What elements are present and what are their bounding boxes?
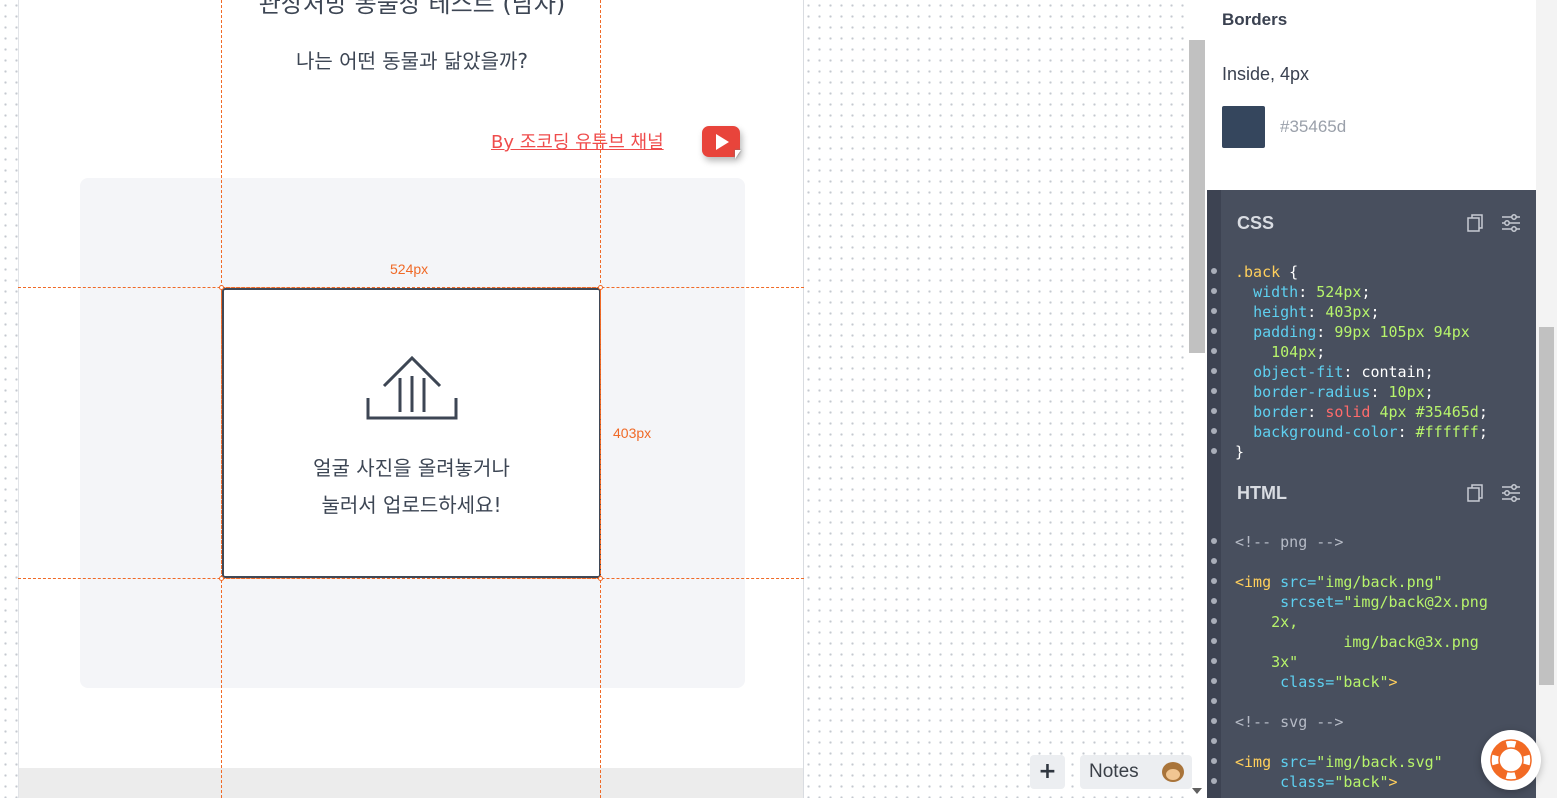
css-border-style: solid [1325, 403, 1371, 421]
gutter-dot [1211, 658, 1217, 664]
css-padding-2: 104px [1271, 343, 1317, 361]
sliders-icon[interactable] [1501, 213, 1521, 233]
code-gutter [1207, 190, 1221, 798]
css-background-color: #ffffff [1415, 423, 1479, 441]
border-value: Inside, 4px [1222, 64, 1310, 84]
border-color-hex[interactable]: #35465d [1280, 117, 1346, 137]
gutter-dot [1211, 738, 1217, 744]
notes-button[interactable]: Notes [1080, 755, 1192, 789]
gutter-dot [1211, 598, 1217, 604]
gutter-dot [1211, 698, 1217, 704]
page-subtitle: 나는 어떤 동물과 닮았을까? [295, 49, 529, 73]
css-height: 403px [1325, 303, 1371, 321]
lifebuoy-icon [1490, 739, 1532, 781]
code-panel: CSS .back { width: 524px; height: 403px;… [1207, 190, 1536, 798]
css-border-radius: 10px [1388, 383, 1425, 401]
css-padding-1: 99px 105px 94px [1334, 323, 1470, 341]
gutter-dot [1211, 758, 1217, 764]
artboard-bottom-bar [19, 768, 803, 798]
copy-icon[interactable] [1466, 213, 1484, 233]
selection-outline[interactable] [221, 287, 601, 579]
gutter-dot [1211, 288, 1217, 294]
add-button[interactable]: + [1030, 755, 1065, 789]
css-border-rest: 4px #35465d [1379, 403, 1479, 421]
gutter-dot [1211, 618, 1217, 624]
css-object-fit: contain [1361, 363, 1425, 381]
gutter-dot [1211, 268, 1217, 274]
html-code-block[interactable]: <!-- png --> <img src="img/back.png" src… [1235, 532, 1488, 792]
canvas-scrollbar-thumb[interactable] [1189, 40, 1205, 353]
html-src-png: "img/back.png" [1316, 573, 1443, 591]
css-code-block[interactable]: .back { width: 524px; height: 403px; pad… [1235, 262, 1488, 462]
gutter-dot [1211, 778, 1217, 784]
borders-heading: Borders [1222, 10, 1288, 29]
gutter-dot [1211, 578, 1217, 584]
resize-handle[interactable] [219, 576, 224, 581]
gutter-dot [1211, 638, 1217, 644]
gutter-dot [1211, 718, 1217, 724]
monkey-icon [1162, 762, 1184, 782]
gutter-dot [1211, 348, 1217, 354]
youtube-channel-link[interactable]: By 조코딩 유튜브 채널 [491, 128, 664, 154]
page-scrollbar-thumb[interactable] [1539, 327, 1554, 685]
css-selector: .back [1235, 263, 1281, 281]
gutter-dot [1211, 328, 1217, 334]
gutter-dot [1211, 368, 1217, 374]
html-comment-png: <!-- png --> [1235, 533, 1344, 551]
resize-handle[interactable] [219, 285, 224, 290]
gutter-dot [1211, 308, 1217, 314]
gutter-dot [1211, 558, 1217, 564]
gutter-dot [1211, 678, 1217, 684]
gutter-dot [1211, 408, 1217, 414]
gutter-dot [1211, 428, 1217, 434]
gutter-dot [1211, 538, 1217, 544]
gutter-dot [1211, 448, 1217, 454]
scroll-down-arrow-icon[interactable] [1192, 788, 1202, 794]
gutter-dot [1211, 388, 1217, 394]
mouse-cursor-icon [735, 150, 741, 159]
css-title: CSS [1237, 213, 1275, 233]
copy-icon[interactable] [1466, 483, 1484, 503]
notes-label: Notes [1089, 761, 1139, 782]
page-title: 관상처방 동물상 테스트 (남자) [258, 0, 566, 18]
help-button[interactable] [1481, 730, 1541, 790]
sliders-icon[interactable] [1501, 483, 1521, 503]
css-width: 524px [1316, 283, 1362, 301]
html-title: HTML [1237, 483, 1287, 503]
html-comment-svg: <!-- svg --> [1235, 713, 1344, 731]
resize-handle[interactable] [598, 576, 603, 581]
width-measurement: 524px [390, 261, 429, 277]
height-measurement: 403px [613, 425, 652, 441]
border-color-swatch[interactable] [1222, 106, 1265, 148]
resize-handle[interactable] [598, 285, 603, 290]
html-src-svg: "img/back.svg" [1316, 753, 1443, 771]
